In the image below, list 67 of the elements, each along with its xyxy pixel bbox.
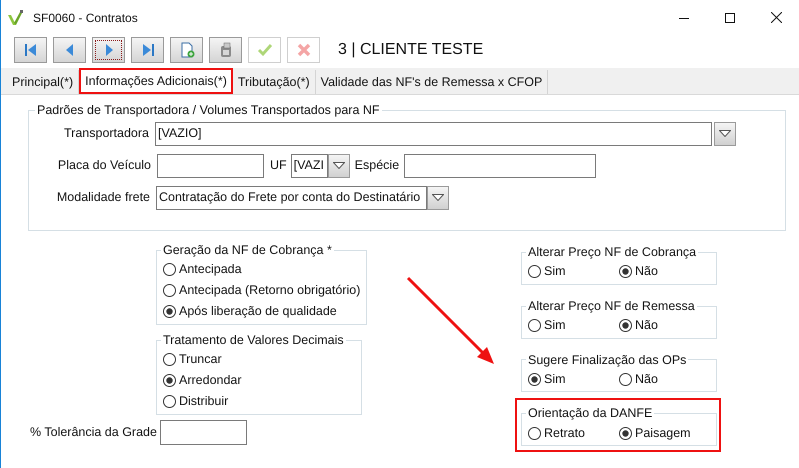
maximize-icon [725,12,735,22]
window-title: SF0060 - Contratos [33,10,138,26]
radio-label[interactable]: Antecipada [179,260,242,280]
group-title: Alterar Preço NF de Remessa [527,298,696,315]
toolbar-button[interactable] [170,37,203,63]
radio-button[interactable] [528,426,541,440]
radio-button[interactable] [619,265,632,278]
radio-label[interactable]: Retrato [544,424,585,442]
group-title: Orientação da DANFE [527,405,654,422]
radio-label[interactable]: Não [635,262,658,282]
caret-icon [719,130,731,138]
radio-label[interactable]: Arredondar [179,371,242,390]
group-title: Tratamento de Valores Decimais [162,332,345,349]
tab[interactable]: Informações Adicionais(*) [79,68,233,94]
radio-button[interactable] [619,319,632,332]
first-record-icon [22,42,38,58]
field-label: Transportadora [63,125,150,142]
input-field[interactable] [157,154,264,178]
radio-label[interactable]: Sim [544,370,566,389]
radio-button[interactable] [163,374,176,387]
field-label: Espécie [354,157,400,174]
combo-field[interactable]: [VAZI [290,154,328,178]
input-field[interactable] [404,154,596,178]
radio-button[interactable] [528,319,541,332]
radio-button[interactable] [163,353,176,366]
radio-button[interactable] [528,265,541,278]
radio-button[interactable] [528,372,541,386]
field-label: % Tolerância da Grade [30,424,158,442]
radio-button[interactable] [163,395,176,408]
checkmark-icon [256,42,272,58]
new-document-icon [178,42,194,58]
field-label: Modalidade frete [56,189,151,206]
group-title: Alterar Preço NF de Cobrança [527,244,698,261]
app-logo-icon [7,8,25,26]
toolbar-button[interactable] [92,37,125,63]
field-label: Placa do Veículo [56,157,152,174]
input-field[interactable] [160,420,247,445]
radio-button[interactable] [163,284,176,298]
toolbar-button[interactable] [131,37,164,63]
caret-icon [432,194,444,202]
radio-label[interactable]: Antecipada (Retorno obrigatório) [179,281,360,300]
cross-icon [296,42,312,58]
radio-button[interactable] [163,263,176,276]
record-title: 3 | CLIENTE TESTE [338,40,484,60]
group-title: Padrões de Transportadora / Volumes Transportados para NF [36,102,381,119]
caret-icon [332,162,345,170]
radio-label[interactable]: Paisagem [635,424,691,442]
toolbar-button[interactable] [14,37,47,63]
dropdown-button[interactable] [427,186,449,210]
group-title: Sugere Finalização das OPs [527,352,688,369]
group-title: Geração da NF de Cobrança * [162,242,333,259]
close-icon [770,12,782,23]
radio-button[interactable] [619,372,632,386]
radio-label[interactable]: Não [635,370,658,389]
combo-field[interactable]: [VAZIO] [155,122,712,146]
radio-label[interactable]: Não [635,316,658,335]
radio-label[interactable]: Sim [544,262,566,282]
radio-label[interactable]: Após liberação de qualidade [179,302,337,322]
radio-button[interactable] [619,426,632,440]
dropdown-button[interactable] [328,154,350,178]
combo-field[interactable]: Contratação do Frete por conta do Destinatário [156,186,427,210]
radio-button[interactable] [163,305,176,318]
radio-label[interactable]: Distribuir [179,392,228,411]
dropdown-button[interactable] [714,122,736,146]
radio-label[interactable]: Truncar [179,350,222,369]
radio-label[interactable]: Sim [544,316,566,335]
field-label: UF [270,157,287,174]
